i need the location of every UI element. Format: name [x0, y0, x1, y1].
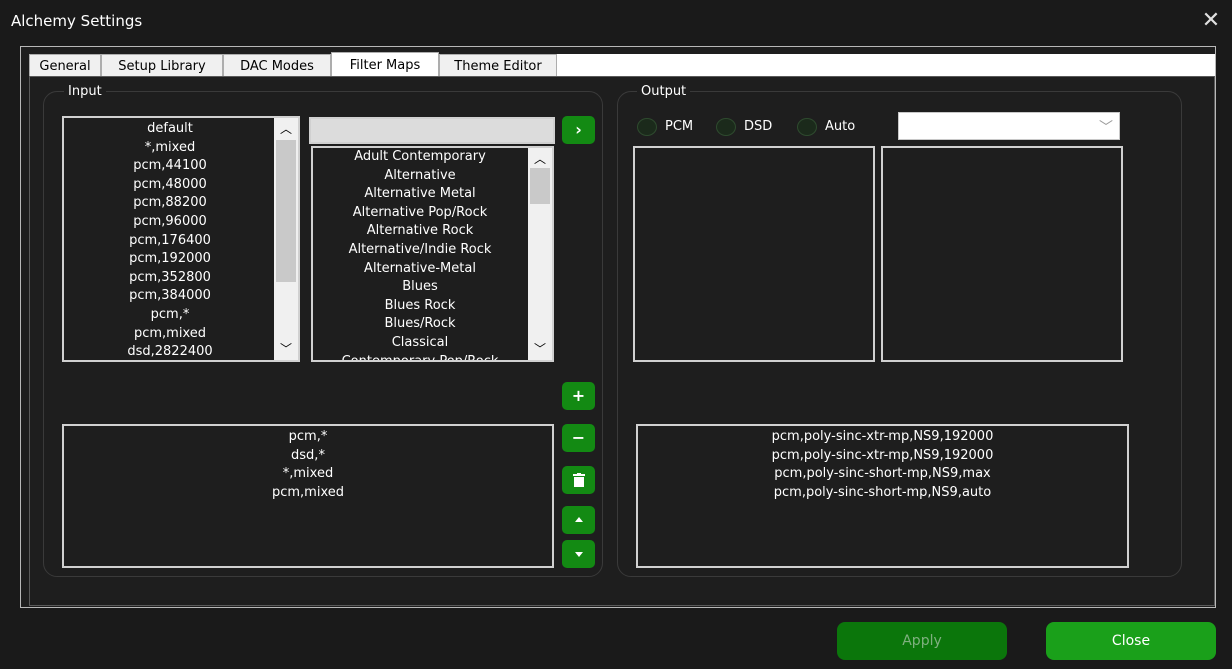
genre-filter-value — [311, 123, 315, 138]
scrollbar-thumb[interactable] — [530, 168, 550, 204]
list-item[interactable]: *,mixed — [64, 139, 276, 158]
tab-general[interactable]: General — [29, 54, 101, 77]
list-item[interactable]: Adult Contemporary — [313, 148, 527, 167]
radio-indicator[interactable] — [716, 118, 736, 136]
list-item[interactable]: pcm,poly-sinc-short-mp,NS9,max — [638, 465, 1127, 484]
input-format-list[interactable]: default *,mixed pcm,44100 pcm,48000 pcm,… — [62, 116, 300, 362]
radio-dsd[interactable]: DSD — [716, 118, 786, 136]
list-item[interactable]: pcm,poly-sinc-xtr-mp,NS9,192000 — [638, 428, 1127, 447]
scroll-up-icon[interactable]: ︿ — [528, 150, 552, 168]
scroll-up-icon[interactable]: ︿ — [274, 120, 298, 138]
list-item[interactable]: pcm,* — [64, 428, 552, 447]
radio-pcm-label: PCM — [665, 119, 694, 134]
list-item[interactable]: Alternative — [313, 167, 527, 186]
list-item[interactable]: pcm,poly-sinc-short-mp,NS9,auto — [638, 484, 1127, 503]
list-item[interactable]: pcm,88200 — [64, 194, 276, 213]
radio-pcm[interactable]: PCM — [637, 118, 707, 136]
scroll-down-icon[interactable]: ﹀ — [274, 340, 298, 358]
radio-auto[interactable]: Auto — [797, 118, 872, 136]
triangle-up-icon — [574, 517, 583, 522]
transfer-button[interactable]: › — [562, 116, 595, 144]
list-item[interactable]: pcm,poly-sinc-xtr-mp,NS9,192000 — [638, 447, 1127, 466]
remove-mapping-button[interactable]: − — [562, 424, 595, 452]
mapped-input-list[interactable]: pcm,* dsd,* *,mixed pcm,mixed — [62, 424, 554, 568]
output-option-list[interactable] — [881, 146, 1123, 362]
tab-setup-library[interactable]: Setup Library — [101, 54, 223, 77]
genre-filter-input[interactable] — [309, 117, 555, 144]
close-button[interactable]: Close — [1046, 622, 1216, 660]
list-item[interactable]: pcm,352800 — [64, 269, 276, 288]
chevron-right-icon: › — [575, 120, 582, 139]
genre-list[interactable]: Adult Contemporary Alternative Alternati… — [311, 146, 554, 362]
trash-icon — [572, 473, 585, 487]
radio-indicator[interactable] — [637, 118, 657, 136]
output-group-label: Output — [637, 84, 691, 99]
radio-auto-label: Auto — [825, 119, 856, 134]
delete-mapping-button[interactable] — [562, 466, 595, 494]
list-item[interactable]: Alternative Metal — [313, 185, 527, 204]
list-item[interactable]: pcm,176400 — [64, 232, 276, 251]
list-item[interactable]: pcm,mixed — [64, 484, 552, 503]
list-item[interactable]: pcm,192000 — [64, 250, 276, 269]
scrollbar-thumb[interactable] — [276, 140, 296, 282]
list-item[interactable]: Blues — [313, 278, 527, 297]
apply-button[interactable]: Apply — [837, 622, 1007, 660]
output-filter-list[interactable] — [633, 146, 875, 362]
dropdown-value — [899, 118, 903, 133]
list-item[interactable]: dsd,* — [64, 447, 552, 466]
triangle-down-icon — [574, 552, 583, 557]
list-item[interactable]: pcm,96000 — [64, 213, 276, 232]
list-item[interactable]: pcm,48000 — [64, 176, 276, 195]
radio-dsd-label: DSD — [744, 119, 773, 134]
list-item[interactable]: pcm,* — [64, 306, 276, 325]
mapped-output-list[interactable]: pcm,poly-sinc-xtr-mp,NS9,192000 pcm,poly… — [636, 424, 1129, 568]
list-item[interactable]: Alternative Pop/Rock — [313, 204, 527, 223]
list-item[interactable]: Blues/Rock — [313, 315, 527, 334]
list-item[interactable]: default — [64, 120, 276, 139]
input-format-scrollbar[interactable]: ︿ ﹀ — [274, 118, 298, 360]
list-item[interactable]: Classical — [313, 334, 527, 353]
add-mapping-button[interactable]: + — [562, 382, 595, 410]
radio-indicator[interactable] — [797, 118, 817, 136]
tab-filter-maps[interactable]: Filter Maps — [331, 52, 439, 77]
list-item[interactable]: Alternative Rock — [313, 222, 527, 241]
genre-scrollbar[interactable]: ︿ ﹀ — [528, 148, 552, 360]
move-down-button[interactable] — [562, 540, 595, 568]
minus-icon: − — [571, 428, 586, 447]
list-item[interactable]: Alternative/Indie Rock — [313, 241, 527, 260]
list-item[interactable]: dsd,2822400 — [64, 343, 276, 360]
list-item[interactable]: pcm,mixed — [64, 325, 276, 344]
window-title: Alchemy Settings — [11, 12, 143, 30]
tab-theme-editor[interactable]: Theme Editor — [439, 54, 557, 77]
list-item[interactable]: Blues Rock — [313, 297, 527, 316]
output-filter-dropdown[interactable]: ﹀ — [898, 112, 1120, 140]
list-item[interactable]: *,mixed — [64, 465, 552, 484]
scroll-down-icon[interactable]: ﹀ — [528, 340, 552, 358]
list-item[interactable]: Contemporary Pop/Rock — [313, 353, 527, 360]
move-up-button[interactable] — [562, 506, 595, 534]
chevron-down-icon: ﹀ — [1099, 120, 1113, 136]
input-group-label: Input — [64, 84, 106, 99]
plus-icon: + — [571, 386, 586, 405]
window-close-icon[interactable]: ✕ — [1196, 6, 1226, 36]
title-bar: Alchemy Settings ✕ — [0, 0, 1232, 44]
list-item[interactable]: Alternative-Metal — [313, 260, 527, 279]
tab-dac-modes[interactable]: DAC Modes — [223, 54, 331, 77]
list-item[interactable]: pcm,44100 — [64, 157, 276, 176]
list-item[interactable]: pcm,384000 — [64, 287, 276, 306]
